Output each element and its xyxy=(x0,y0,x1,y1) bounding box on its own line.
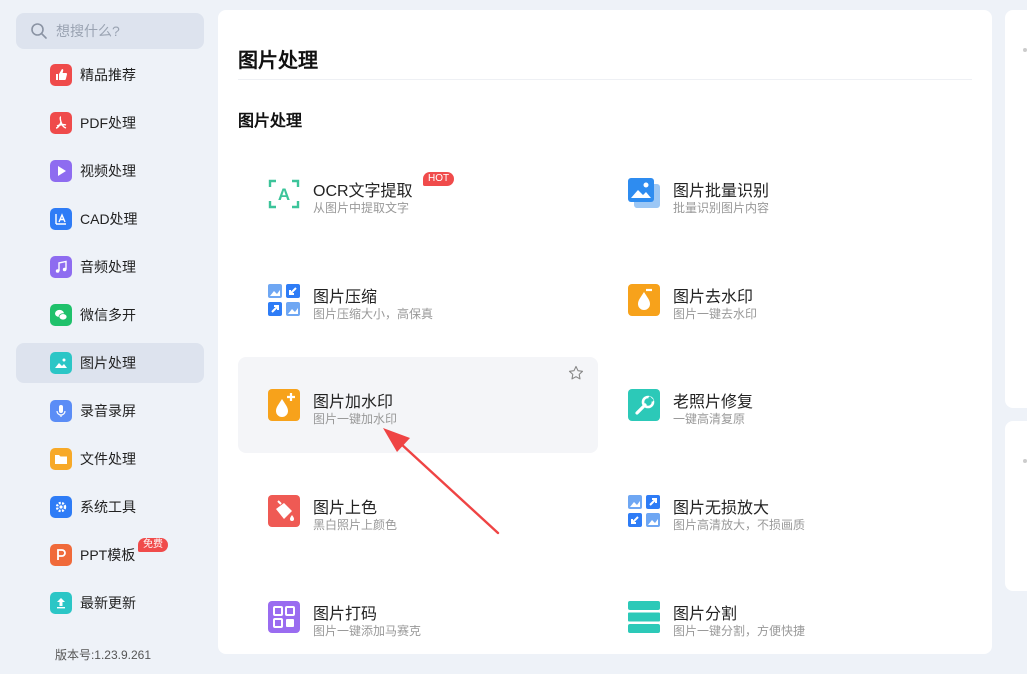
sidebar-item-label: 录音录屏 xyxy=(80,403,136,419)
music-note-icon xyxy=(50,256,72,278)
star-icon[interactable] xyxy=(568,365,584,381)
version-label: 版本号:1.23.9.261 xyxy=(54,648,152,662)
tool-split[interactable]: 图片分割 图片一键分割，方便快捷 xyxy=(598,569,958,654)
paint-bucket-icon xyxy=(268,495,300,527)
image-icon xyxy=(50,352,72,374)
page-title: 图片处理 xyxy=(238,50,318,72)
sidebar-item-image[interactable]: 图片处理 xyxy=(16,343,204,383)
add-watermark-icon xyxy=(268,389,300,421)
tool-lossless-enlarge[interactable]: 图片无损放大 图片高清放大，不损画质 xyxy=(598,463,958,559)
cad-icon xyxy=(50,208,72,230)
tool-desc: 黑白照片上颜色 xyxy=(313,518,398,532)
free-badge: 免费 xyxy=(138,538,168,552)
sidebar-item-audio[interactable]: 音频处理 xyxy=(16,247,204,287)
sidebar-item-label: 视频处理 xyxy=(80,163,136,179)
sidebar-item-wechat[interactable]: 微信多开 xyxy=(16,295,204,335)
tool-colorize[interactable]: 图片上色 黑白照片上颜色 xyxy=(238,463,598,559)
sidebar-item-record[interactable]: 录音录屏 xyxy=(16,391,204,431)
repair-icon xyxy=(628,389,660,421)
pdf-icon xyxy=(50,112,72,134)
sidebar-item-label: 系统工具 xyxy=(80,499,136,515)
tool-name: 图片压缩 xyxy=(313,289,378,306)
sidebar-item-label: PPT模板 xyxy=(80,547,136,563)
tool-desc: 图片一键加水印 xyxy=(313,412,398,426)
section-title: 图片处理 xyxy=(238,113,303,130)
tool-desc: 图片一键去水印 xyxy=(673,307,758,321)
tool-remove-watermark[interactable]: 图片去水印 图片一键去水印 xyxy=(598,252,958,348)
wechat-icon xyxy=(50,304,72,326)
sidebar-item-ppt[interactable]: PPT模板 免费 xyxy=(16,535,204,575)
mosaic-icon xyxy=(268,601,300,633)
sidebar-item-label: 文件处理 xyxy=(80,451,136,467)
ppt-icon xyxy=(50,544,72,566)
tool-name: 图片打码 xyxy=(313,606,378,623)
sidebar-item-updates[interactable]: 最新更新 xyxy=(16,583,204,623)
tool-name: 图片分割 xyxy=(673,606,738,623)
tool-name: 老照片修复 xyxy=(673,394,754,411)
sidebar-item-pdf[interactable]: PDF处理 xyxy=(16,103,204,143)
tool-name: 图片上色 xyxy=(313,500,378,517)
sidebar-item-label: CAD处理 xyxy=(80,211,138,227)
ocr-icon: A xyxy=(268,178,300,210)
tool-name: 图片加水印 xyxy=(313,394,394,411)
tool-name: 图片批量识别 xyxy=(673,183,770,200)
folder-icon xyxy=(50,448,72,470)
tool-mosaic[interactable]: 图片打码 图片一键添加马赛克 xyxy=(238,569,598,654)
gear-icon xyxy=(50,496,72,518)
tool-desc: 从图片中提取文字 xyxy=(313,201,410,215)
thumbs-up-icon xyxy=(50,64,72,86)
upload-icon xyxy=(50,592,72,614)
sidebar-item-system[interactable]: 系统工具 xyxy=(16,487,204,527)
tool-batch-recognize[interactable]: 图片批量识别 批量识别图片内容 xyxy=(598,146,958,242)
tool-compress[interactable]: 图片压缩 图片压缩大小，高保真 xyxy=(238,252,598,348)
tool-desc: 一键高清复原 xyxy=(673,412,746,426)
tool-photo-repair[interactable]: 老照片修复 一键高清复原 xyxy=(598,357,958,453)
sidebar-item-featured[interactable]: 精品推荐 xyxy=(16,55,204,95)
tool-name: 图片去水印 xyxy=(673,289,754,306)
sidebar-item-cad[interactable]: CAD处理 xyxy=(16,199,204,239)
remove-watermark-icon xyxy=(628,284,660,316)
tool-name: 图片无损放大 xyxy=(673,500,770,517)
tool-desc: 图片高清放大，不损画质 xyxy=(673,518,806,532)
split-icon xyxy=(628,601,660,633)
microphone-icon xyxy=(50,400,72,422)
sidebar: 精品推荐 PDF处理 视频处理 CAD处理 音频处理 微信多开 图片处理 录音 xyxy=(0,0,218,674)
panel-marker xyxy=(1023,459,1027,463)
sidebar-item-label: 图片处理 xyxy=(80,355,136,371)
tool-desc: 图片一键分割，方便快捷 xyxy=(673,624,806,638)
search-icon xyxy=(31,23,47,39)
tool-desc: 图片压缩大小，高保真 xyxy=(313,307,434,321)
right-panel-top xyxy=(1005,10,1027,408)
sidebar-nav: 精品推荐 PDF处理 视频处理 CAD处理 音频处理 微信多开 图片处理 录音录… xyxy=(16,55,204,631)
main-panel: 图片处理 图片处理 A OCR文字提取 HOT 从图片中提取文字 图片批量识别 … xyxy=(218,10,992,654)
tool-name: OCR文字提取 xyxy=(313,183,413,200)
sidebar-item-video[interactable]: 视频处理 xyxy=(16,151,204,191)
tool-ocr[interactable]: A OCR文字提取 HOT 从图片中提取文字 xyxy=(238,146,598,242)
tool-add-watermark[interactable]: 图片加水印 图片一键加水印 xyxy=(238,357,598,453)
images-stack-icon xyxy=(628,178,660,210)
sidebar-item-label: 精品推荐 xyxy=(80,67,136,83)
enlarge-icon xyxy=(628,495,660,527)
compress-icon xyxy=(268,284,300,316)
search-input[interactable] xyxy=(56,23,196,39)
divider xyxy=(238,79,972,80)
svg-text:A: A xyxy=(278,185,290,204)
panel-marker xyxy=(1023,48,1027,52)
sidebar-item-label: 微信多开 xyxy=(80,307,136,323)
right-panel-bottom xyxy=(1005,421,1027,591)
hot-badge: HOT xyxy=(423,172,455,186)
sidebar-item-file[interactable]: 文件处理 xyxy=(16,439,204,479)
tool-desc: 批量识别图片内容 xyxy=(673,201,770,215)
sidebar-item-label: PDF处理 xyxy=(80,115,136,131)
tool-desc: 图片一键添加马赛克 xyxy=(313,624,422,638)
search-box[interactable] xyxy=(16,13,204,49)
sidebar-item-label: 音频处理 xyxy=(80,259,136,275)
play-icon xyxy=(50,160,72,182)
sidebar-item-label: 最新更新 xyxy=(80,595,136,611)
